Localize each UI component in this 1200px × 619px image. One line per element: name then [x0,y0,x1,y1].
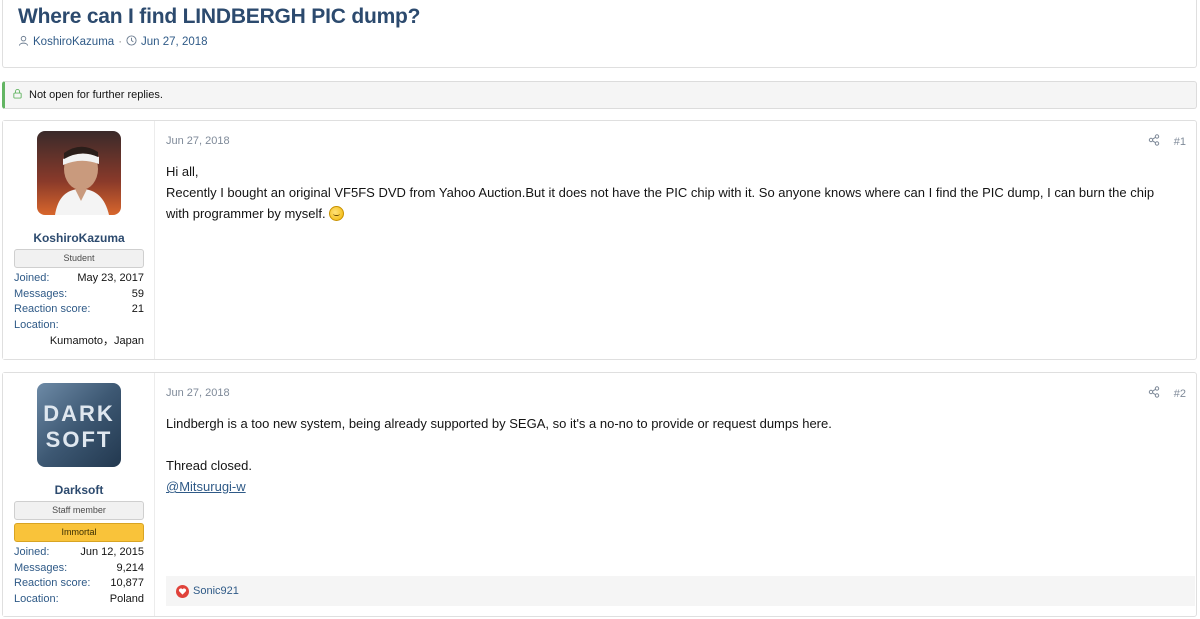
stat-label: Location: [14,319,59,332]
stat-label: Reaction score: [14,303,91,316]
thread-title: Where can I find LINDBERGH PIC dump? [18,5,421,28]
svg-text:DARK: DARK [43,401,115,426]
post-message: Hi all, Recently I bought an original VF… [166,161,1166,224]
meta-separator: · [118,36,123,48]
user-stats: Joined: Jun 12, 2015 Messages: 9,214 React… [14,545,144,608]
stat-messages: Messages: 9,214 [14,561,144,577]
stat-location-value: Kumamoto，Japan [14,334,144,350]
thread-date-link[interactable]: Jun 27, 2018 [141,36,208,48]
stat-label: Location: [14,593,59,606]
clock-icon [126,35,137,49]
post-date-link[interactable]: Jun 27, 2018 [166,387,230,399]
stat-joined: Joined: Jun 12, 2015 [14,545,144,561]
post-message: Lindbergh is a too new system, being alr… [166,413,1166,497]
message-line: Thread closed. [166,458,252,473]
post-number-link[interactable]: #1 [1174,136,1186,148]
share-icon[interactable] [1148,386,1160,401]
closed-notice: Not open for further replies. [2,81,1197,109]
user-icon [18,35,29,49]
username-link[interactable]: Darksoft [3,483,155,497]
heart-reaction-icon [176,584,189,598]
user-title-badge: Immortal [14,523,144,542]
username-link[interactable]: KoshiroKazuma [3,231,155,245]
user-info-2: DARK SOFT Darksoft Staff member Immortal… [3,373,155,616]
stat-reaction-score: Reaction score: 21 [14,302,144,318]
reactions-bar: Sonic921 [166,576,1195,606]
stat-value: May 23, 2017 [77,272,144,284]
stat-location: Location: Poland [14,592,144,608]
post-body-2: Jun 27, 2018 #2 Lindbergh is a too new s… [166,373,1195,616]
stat-label: Reaction score: [14,577,91,590]
user-mention-link[interactable]: @Mitsurugi-w [166,479,246,494]
stat-joined: Joined: May 23, 2017 [14,271,144,287]
stat-value: 9,214 [116,561,144,574]
post-1: KoshiroKazuma Student Joined: May 23, 201… [2,120,1197,360]
post-body-1: Jun 27, 2018 #1 Hi all, Recently I bough… [166,121,1186,359]
reaction-user-link[interactable]: Sonic921 [193,585,239,597]
stat-label: Messages: [14,561,68,574]
stat-value: 59 [131,287,144,300]
thread-author-link[interactable]: KoshiroKazuma [33,36,114,48]
share-icon[interactable] [1148,134,1160,149]
thread-header: Where can I find LINDBERGH PIC dump? Kos… [2,0,1197,68]
stat-label: Joined: [14,546,50,558]
avatar-koshirokazuma[interactable] [37,131,121,215]
post-date-link[interactable]: Jun 27, 2018 [166,135,230,147]
post-number-link[interactable]: #2 [1174,388,1186,400]
user-info-1: KoshiroKazuma Student Joined: May 23, 201… [3,121,155,359]
avatar-darksoft[interactable]: DARK SOFT [37,383,121,467]
message-text: Recently I bought an original VF5FS DVD … [166,185,1155,221]
stat-value: 21 [131,303,144,316]
message-line: Hi all, [166,164,199,179]
message-mention-line: @Mitsurugi-w [166,476,1166,497]
message-line: Lindbergh is a too new system, being alr… [166,416,832,431]
user-title-badge: Student [14,249,144,268]
stat-location: Location: [14,318,144,334]
notice-text: Not open for further replies. [29,89,163,101]
post-tools: #1 [1148,134,1186,149]
stat-reaction-score: Reaction score: 10,877 [14,576,144,592]
staff-badge: Staff member [14,501,144,520]
lock-icon [12,88,23,102]
stat-value: Jun 12, 2015 [80,546,144,558]
thread-meta: KoshiroKazuma · Jun 27, 2018 [18,35,208,49]
user-stats: Joined: May 23, 2017 Messages: 59 Reaction… [14,271,144,349]
stat-value: Poland [109,593,144,606]
location-value: Kumamoto，Japan [49,334,144,347]
stat-value: 10,877 [110,577,144,590]
svg-text:SOFT: SOFT [46,427,113,452]
post-2: DARK SOFT Darksoft Staff member Immortal… [2,372,1197,617]
message-line-with-smilie: Recently I bought an original VF5FS DVD … [166,182,1166,224]
stat-label: Messages: [14,287,68,300]
smile-emoji-icon [329,206,345,221]
stat-label: Joined: [14,272,50,284]
post-tools: #2 [1148,386,1186,401]
stat-messages: Messages: 59 [14,287,144,303]
